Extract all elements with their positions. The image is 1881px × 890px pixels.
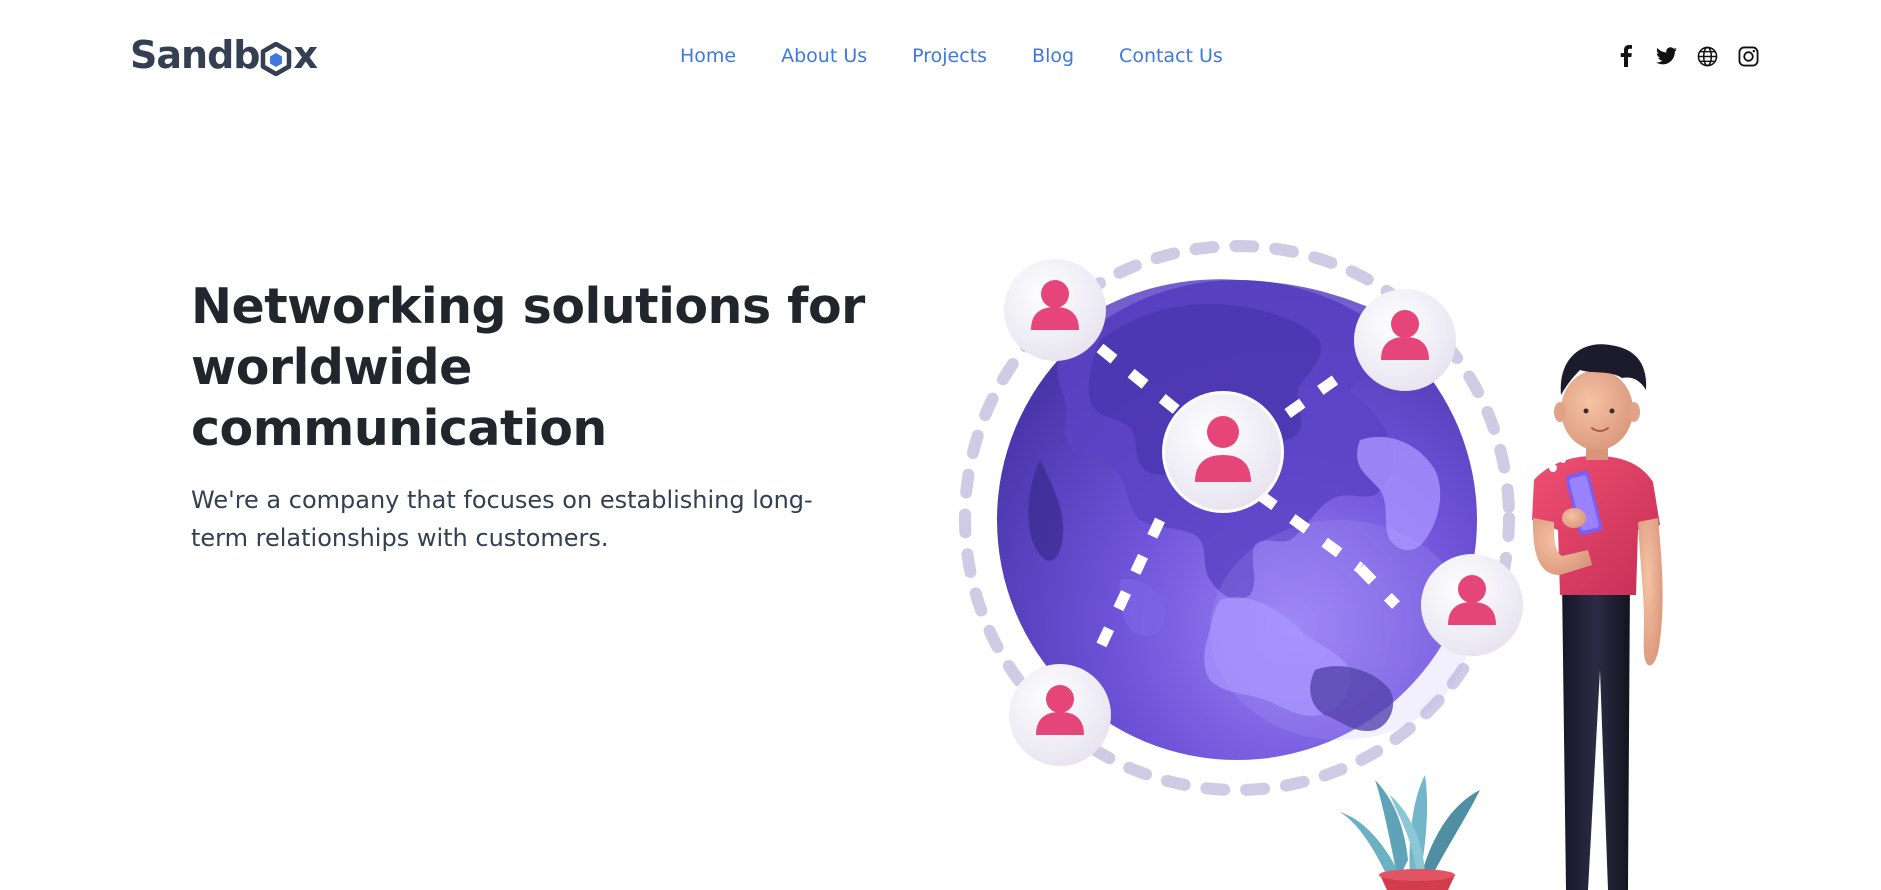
nav-projects[interactable]: Projects (912, 40, 987, 72)
facebook-icon[interactable] (1615, 44, 1636, 68)
social-links (1615, 44, 1759, 68)
hero-subtitle: We're a company that focuses on establis… (191, 486, 813, 552)
user-badge-center (1162, 391, 1284, 513)
logo-text-start: Sandb (130, 33, 260, 77)
instagram-icon[interactable] (1738, 44, 1759, 68)
nav-home[interactable]: Home (680, 40, 736, 72)
person-with-phone (1528, 344, 1663, 890)
twitter-icon[interactable] (1656, 44, 1677, 68)
nav-blog[interactable]: Blog (1032, 40, 1074, 72)
hero-title: Networking solutions for worldwide commu… (191, 276, 871, 459)
globe-icon[interactable] (1697, 44, 1718, 68)
nav-about-us[interactable]: About Us (781, 40, 867, 72)
site-header: Sandb x Home About Us Projects Blog Cont… (0, 0, 1881, 112)
user-badge-top-left (1004, 259, 1106, 361)
user-badge-bottom-left (1009, 664, 1111, 766)
user-badge-right (1421, 554, 1523, 656)
hero-section: Networking solutions for worldwide commu… (191, 276, 871, 557)
potted-plant (1340, 775, 1480, 890)
hero-title-line-1: Networking solutions for (191, 278, 865, 335)
logo[interactable]: Sandb x (130, 30, 318, 80)
hero-illustration (920, 200, 1881, 890)
page: Sandb x Home About Us Projects Blog Cont… (0, 0, 1881, 890)
nav-contact-us[interactable]: Contact Us (1119, 40, 1223, 72)
main-nav: Home About Us Projects Blog Contact Us (680, 40, 1223, 72)
logo-text-end: x (293, 33, 317, 77)
user-badge-top-right (1354, 289, 1456, 391)
cube-icon (260, 41, 292, 77)
hero-title-line-2: worldwide communication (191, 339, 607, 457)
